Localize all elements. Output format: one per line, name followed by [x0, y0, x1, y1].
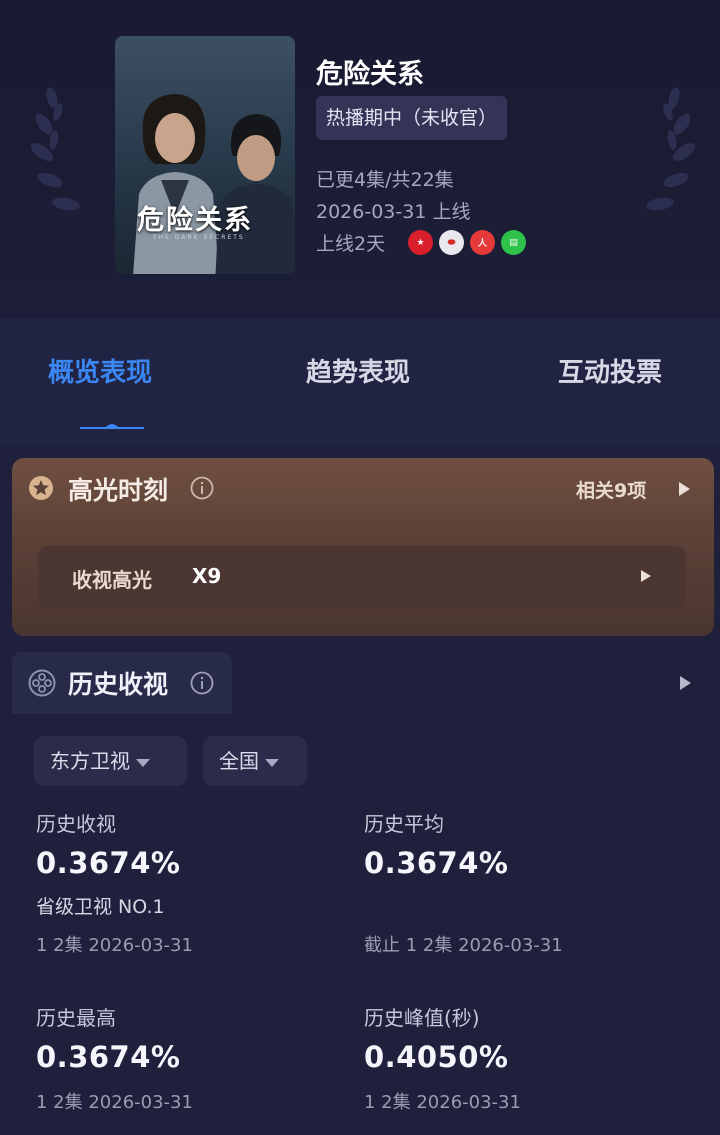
history-info-icon[interactable] — [190, 671, 214, 695]
ratings-highlight-count: X9 — [192, 564, 222, 588]
highlight-card: 高光时刻 相关9项 收视高光 X9 — [12, 458, 714, 636]
stat-sub: 截止 1 2集 2026-03-31 — [364, 935, 563, 956]
highlight-title: 高光时刻 — [68, 476, 169, 505]
episode-progress: 已更4集/共22集 — [316, 169, 454, 191]
migu-icon[interactable]: ⬬ — [439, 230, 464, 255]
show-poster[interactable]: 危险关系 THE DARK SECRETS — [115, 36, 295, 274]
stat-label: 历史最高 — [36, 1006, 116, 1030]
status-badge: 热播期中（未收官） — [316, 96, 508, 140]
region-select-value: 全国 — [219, 749, 259, 773]
platform-list: ★ ⬬ 人 ▤ — [408, 230, 526, 255]
tab-trends[interactable]: 趋势表现 — [306, 352, 410, 389]
iqiyi-icon[interactable]: ▤ — [501, 230, 526, 255]
channel-select[interactable]: 东方卫视 — [34, 736, 187, 786]
mango-icon[interactable]: 人 — [470, 230, 495, 255]
stat-sub: 1 2集 2026-03-31 — [364, 1092, 521, 1113]
show-header: 危险关系 THE DARK SECRETS 危险关系 热播期中（未收官） 已更4… — [0, 0, 720, 318]
poster-figure-woman — [133, 94, 219, 274]
stat-rank-note: 省级卫视 NO.1 — [36, 896, 165, 918]
ratings-highlight-label: 收视高光 — [72, 568, 152, 592]
chevron-down-icon — [136, 758, 150, 767]
history-title: 历史收视 — [68, 670, 169, 699]
premiere-date: 2026-03-31 上线 — [316, 201, 471, 223]
stat-value: 0.4050% — [364, 1040, 509, 1074]
laurel-left-icon — [30, 87, 80, 211]
laurel-right-icon — [646, 87, 696, 211]
stat-value: 0.3674% — [36, 1040, 181, 1074]
related-arrow-icon[interactable] — [679, 482, 690, 496]
film-reel-icon — [28, 669, 56, 697]
channel-select-value: 东方卫视 — [50, 749, 130, 773]
history-section-tab: 历史收视 — [12, 652, 232, 714]
history-more-arrow-icon[interactable] — [680, 676, 691, 690]
active-tab-indicator — [80, 424, 144, 429]
tab-voting[interactable]: 互动投票 — [558, 352, 662, 389]
stat-value: 0.3674% — [36, 846, 181, 880]
stat-sub: 1 2集 2026-03-31 — [36, 1092, 193, 1113]
ratings-highlight-row[interactable]: 收视高光 X9 — [38, 546, 686, 608]
tab-overview[interactable]: 概览表现 — [48, 352, 152, 389]
stat-label: 历史平均 — [364, 812, 444, 836]
dragon-tv-icon[interactable]: ★ — [408, 230, 433, 255]
stat-label: 历史峰值(秒) — [364, 1006, 480, 1030]
star-badge-icon — [29, 476, 53, 500]
days-online: 上线2天 — [316, 233, 386, 255]
info-icon[interactable] — [190, 476, 214, 500]
tab-bar: 概览表现 趋势表现 互动投票 — [0, 318, 720, 446]
related-count-link[interactable]: 相关9项 — [576, 476, 646, 503]
stat-sub: 1 2集 2026-03-31 — [36, 935, 193, 956]
poster-figure-man — [215, 114, 295, 274]
show-title: 危险关系 — [316, 59, 424, 90]
region-select[interactable]: 全国 — [203, 736, 307, 786]
stat-label: 历史收视 — [36, 812, 116, 836]
poster-title: 危险关系 — [137, 205, 253, 236]
chevron-down-icon — [265, 758, 279, 767]
overview-content: 高光时刻 相关9项 收视高光 X9 历史收视 东方卫视 全国 历史收视 0.36… — [0, 446, 720, 1135]
row-arrow-icon — [641, 570, 651, 582]
poster-subtitle: THE DARK SECRETS — [153, 234, 245, 241]
stat-value: 0.3674% — [364, 846, 509, 880]
